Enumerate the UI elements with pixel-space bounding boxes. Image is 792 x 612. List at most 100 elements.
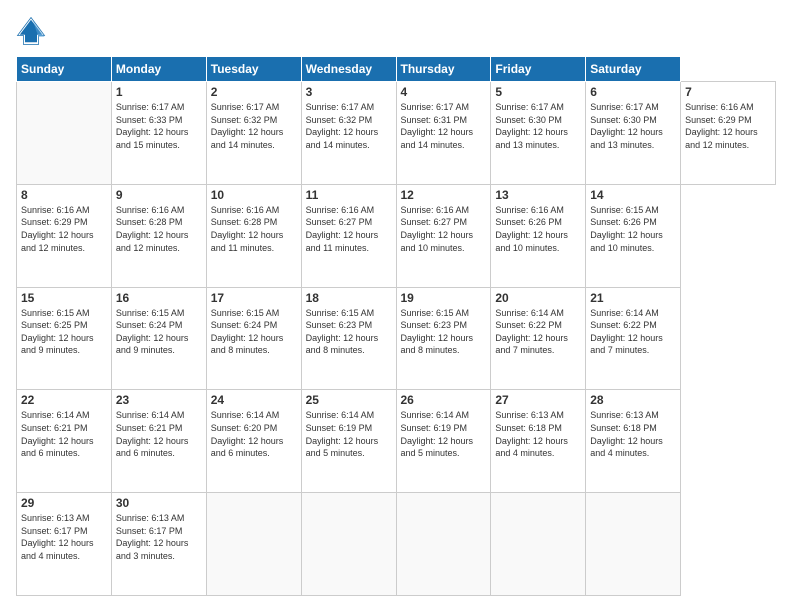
day-cell-8: 8Sunrise: 6:16 AMSunset: 6:29 PMDaylight… — [17, 184, 112, 287]
logo — [16, 16, 50, 46]
day-number: 6 — [590, 85, 676, 99]
day-cell-14: 14 Sunrise: 6:15 AMSunset: 6:26 PMDayligh… — [586, 184, 681, 287]
day-header-monday: Monday — [111, 57, 206, 82]
day-number: 1 — [116, 85, 202, 99]
day-cell-19: 19 Sunrise: 6:15 AMSunset: 6:23 PMDayligh… — [396, 287, 491, 390]
day-number: 21 — [590, 291, 676, 305]
day-info: Sunrise: 6:15 AMSunset: 6:25 PMDaylight:… — [21, 308, 94, 356]
day-info: Sunrise: 6:16 AMSunset: 6:26 PMDaylight:… — [495, 205, 568, 253]
calendar-body: 1 Sunrise: 6:17 AMSunset: 6:33 PMDaylight… — [17, 82, 776, 596]
day-info: Sunrise: 6:15 AMSunset: 6:24 PMDaylight:… — [116, 308, 189, 356]
day-info: Sunrise: 6:14 AMSunset: 6:19 PMDaylight:… — [306, 410, 379, 458]
day-cell-18: 18 Sunrise: 6:15 AMSunset: 6:23 PMDayligh… — [301, 287, 396, 390]
day-number: 23 — [116, 393, 202, 407]
day-cell-25: 25 Sunrise: 6:14 AMSunset: 6:19 PMDayligh… — [301, 390, 396, 493]
day-cell-15: 15 Sunrise: 6:15 AMSunset: 6:25 PMDayligh… — [17, 287, 112, 390]
day-cell-2: 2 Sunrise: 6:17 AMSunset: 6:32 PMDaylight… — [206, 82, 301, 185]
day-number: 3 — [306, 85, 392, 99]
empty-cell — [206, 493, 301, 596]
day-number: 16 — [116, 291, 202, 305]
day-number: 20 — [495, 291, 581, 305]
day-cell-23: 23 Sunrise: 6:14 AMSunset: 6:21 PMDayligh… — [111, 390, 206, 493]
day-info: Sunrise: 6:16 AMSunset: 6:28 PMDaylight:… — [116, 205, 189, 253]
day-number: 28 — [590, 393, 676, 407]
day-cell-21: 21 Sunrise: 6:14 AMSunset: 6:22 PMDayligh… — [586, 287, 681, 390]
day-info: Sunrise: 6:16 AMSunset: 6:27 PMDaylight:… — [401, 205, 474, 253]
day-info: Sunrise: 6:14 AMSunset: 6:21 PMDaylight:… — [116, 410, 189, 458]
day-number: 29 — [21, 496, 107, 510]
day-header-saturday: Saturday — [586, 57, 681, 82]
day-cell-17: 17Sunrise: 6:15 AMSunset: 6:24 PMDayligh… — [206, 287, 301, 390]
day-number: 24 — [211, 393, 297, 407]
week-row-0: 1 Sunrise: 6:17 AMSunset: 6:33 PMDaylight… — [17, 82, 776, 185]
day-info: Sunrise: 6:17 AMSunset: 6:31 PMDaylight:… — [401, 102, 474, 150]
day-cell-5: 5Sunrise: 6:17 AMSunset: 6:30 PMDaylight… — [491, 82, 586, 185]
day-number: 26 — [401, 393, 487, 407]
day-cell-16: 16 Sunrise: 6:15 AMSunset: 6:24 PMDayligh… — [111, 287, 206, 390]
week-row-4: 29 Sunrise: 6:13 AMSunset: 6:17 PMDayligh… — [17, 493, 776, 596]
day-number: 12 — [401, 188, 487, 202]
calendar-table: SundayMondayTuesdayWednesdayThursdayFrid… — [16, 56, 776, 596]
day-number: 30 — [116, 496, 202, 510]
day-number: 4 — [401, 85, 487, 99]
day-number: 14 — [590, 188, 676, 202]
day-info: Sunrise: 6:16 AMSunset: 6:27 PMDaylight:… — [306, 205, 379, 253]
day-number: 11 — [306, 188, 392, 202]
page: SundayMondayTuesdayWednesdayThursdayFrid… — [0, 0, 792, 612]
day-cell-13: 13 Sunrise: 6:16 AMSunset: 6:26 PMDayligh… — [491, 184, 586, 287]
day-info: Sunrise: 6:16 AMSunset: 6:29 PMDaylight:… — [685, 102, 758, 150]
day-info: Sunrise: 6:16 AMSunset: 6:28 PMDaylight:… — [211, 205, 284, 253]
day-header-tuesday: Tuesday — [206, 57, 301, 82]
day-info: Sunrise: 6:17 AMSunset: 6:32 PMDaylight:… — [306, 102, 379, 150]
day-info: Sunrise: 6:13 AMSunset: 6:17 PMDaylight:… — [116, 513, 189, 561]
day-cell-7: 7 Sunrise: 6:16 AMSunset: 6:29 PMDaylight… — [681, 82, 776, 185]
day-info: Sunrise: 6:17 AMSunset: 6:30 PMDaylight:… — [495, 102, 568, 150]
week-row-1: 8Sunrise: 6:16 AMSunset: 6:29 PMDaylight… — [17, 184, 776, 287]
day-cell-1: 1 Sunrise: 6:17 AMSunset: 6:33 PMDaylight… — [111, 82, 206, 185]
day-number: 27 — [495, 393, 581, 407]
day-cell-22: 22Sunrise: 6:14 AMSunset: 6:21 PMDayligh… — [17, 390, 112, 493]
week-row-3: 22Sunrise: 6:14 AMSunset: 6:21 PMDayligh… — [17, 390, 776, 493]
day-cell-10: 10 Sunrise: 6:16 AMSunset: 6:28 PMDayligh… — [206, 184, 301, 287]
day-info: Sunrise: 6:14 AMSunset: 6:22 PMDaylight:… — [590, 308, 663, 356]
logo-icon — [16, 16, 46, 46]
day-cell-24: 24 Sunrise: 6:14 AMSunset: 6:20 PMDayligh… — [206, 390, 301, 493]
day-cell-27: 27 Sunrise: 6:13 AMSunset: 6:18 PMDayligh… — [491, 390, 586, 493]
day-number: 10 — [211, 188, 297, 202]
day-number: 19 — [401, 291, 487, 305]
day-header-friday: Friday — [491, 57, 586, 82]
day-cell-3: 3 Sunrise: 6:17 AMSunset: 6:32 PMDaylight… — [301, 82, 396, 185]
day-number: 15 — [21, 291, 107, 305]
day-info: Sunrise: 6:17 AMSunset: 6:33 PMDaylight:… — [116, 102, 189, 150]
day-cell-29: 29 Sunrise: 6:13 AMSunset: 6:17 PMDayligh… — [17, 493, 112, 596]
empty-cell — [301, 493, 396, 596]
day-info: Sunrise: 6:14 AMSunset: 6:21 PMDaylight:… — [21, 410, 94, 458]
day-info: Sunrise: 6:14 AMSunset: 6:20 PMDaylight:… — [211, 410, 284, 458]
day-number: 8 — [21, 188, 107, 202]
day-info: Sunrise: 6:15 AMSunset: 6:23 PMDaylight:… — [306, 308, 379, 356]
day-info: Sunrise: 6:15 AMSunset: 6:26 PMDaylight:… — [590, 205, 663, 253]
day-header-sunday: Sunday — [17, 57, 112, 82]
day-cell-28: 28Sunrise: 6:13 AMSunset: 6:18 PMDayligh… — [586, 390, 681, 493]
day-number: 18 — [306, 291, 392, 305]
day-info: Sunrise: 6:15 AMSunset: 6:24 PMDaylight:… — [211, 308, 284, 356]
day-cell-4: 4 Sunrise: 6:17 AMSunset: 6:31 PMDaylight… — [396, 82, 491, 185]
day-number: 25 — [306, 393, 392, 407]
day-info: Sunrise: 6:17 AMSunset: 6:30 PMDaylight:… — [590, 102, 663, 150]
day-cell-6: 6 Sunrise: 6:17 AMSunset: 6:30 PMDaylight… — [586, 82, 681, 185]
day-cell-30: 30 Sunrise: 6:13 AMSunset: 6:17 PMDayligh… — [111, 493, 206, 596]
empty-cell — [396, 493, 491, 596]
empty-cell — [17, 82, 112, 185]
day-info: Sunrise: 6:13 AMSunset: 6:17 PMDaylight:… — [21, 513, 94, 561]
day-info: Sunrise: 6:13 AMSunset: 6:18 PMDaylight:… — [495, 410, 568, 458]
day-cell-11: 11 Sunrise: 6:16 AMSunset: 6:27 PMDayligh… — [301, 184, 396, 287]
day-info: Sunrise: 6:17 AMSunset: 6:32 PMDaylight:… — [211, 102, 284, 150]
day-header-wednesday: Wednesday — [301, 57, 396, 82]
day-number: 2 — [211, 85, 297, 99]
day-number: 7 — [685, 85, 771, 99]
week-row-2: 15 Sunrise: 6:15 AMSunset: 6:25 PMDayligh… — [17, 287, 776, 390]
empty-cell — [491, 493, 586, 596]
day-info: Sunrise: 6:14 AMSunset: 6:19 PMDaylight:… — [401, 410, 474, 458]
day-info: Sunrise: 6:15 AMSunset: 6:23 PMDaylight:… — [401, 308, 474, 356]
day-number: 13 — [495, 188, 581, 202]
